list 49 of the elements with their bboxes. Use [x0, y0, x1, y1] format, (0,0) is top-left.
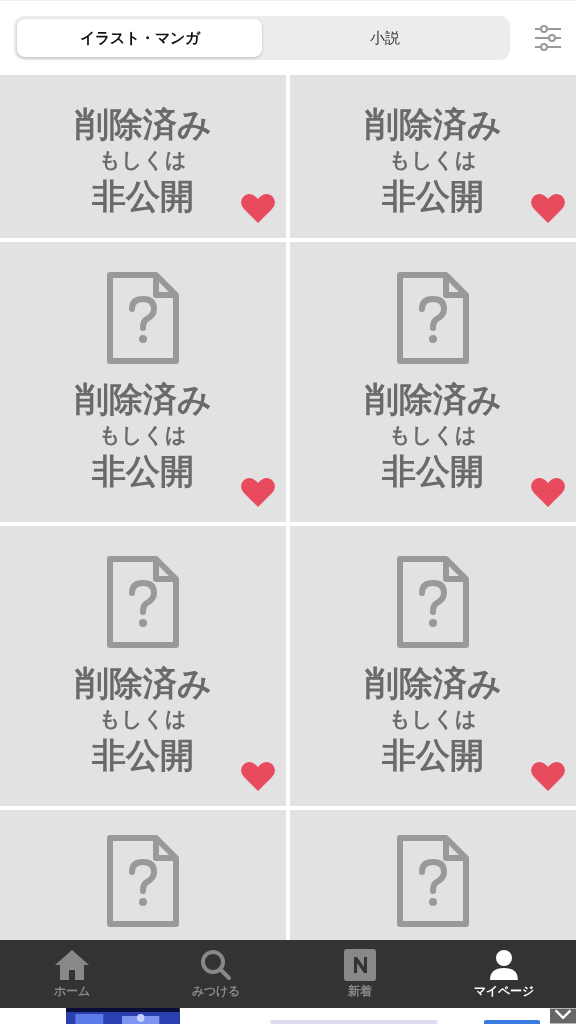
tab[interactable]: イラスト・マンガ	[17, 19, 262, 57]
tile-status: 非公開	[92, 733, 194, 777]
artwork-tile[interactable]	[0, 810, 286, 940]
unknown-file-icon	[106, 834, 180, 928]
unknown-file-icon	[396, 834, 470, 928]
filter-settings-icon[interactable]	[534, 24, 562, 52]
tile-title: 削除済み	[74, 661, 212, 705]
artwork-tile[interactable]	[290, 810, 576, 940]
artwork-tile[interactable]: 削除済み もしくは 非公開	[0, 525, 286, 806]
artwork-tile[interactable]: 削除済み もしくは 非公開	[290, 525, 576, 806]
tile-subtitle: もしくは	[99, 421, 187, 449]
heart-icon[interactable]	[530, 475, 566, 508]
artwork-tile[interactable]: 削除済み もしくは 非公開	[0, 75, 286, 238]
artwork-tile[interactable]: 削除済み もしくは 非公開	[290, 241, 576, 522]
search-icon	[200, 948, 232, 981]
artwork-tile[interactable]: 削除済み もしくは 非公開	[0, 241, 286, 522]
user-icon	[489, 948, 519, 981]
nav-tab[interactable]: みつける	[144, 940, 288, 1008]
unknown-file-icon	[106, 554, 180, 649]
heart-icon[interactable]	[530, 760, 566, 792]
tile-subtitle: もしくは	[99, 705, 187, 733]
news-icon	[344, 948, 376, 981]
tile-status: 非公開	[382, 733, 484, 777]
tile-status: 非公開	[382, 449, 484, 493]
heart-icon[interactable]	[530, 191, 566, 224]
tile-status: 非公開	[92, 449, 194, 493]
tile-subtitle: もしくは	[389, 146, 477, 174]
heart-icon[interactable]	[240, 191, 276, 224]
tile-title: 削除済み	[364, 377, 502, 421]
tile-title: 削除済み	[74, 377, 212, 421]
unknown-file-icon	[396, 270, 470, 365]
tile-subtitle: もしくは	[389, 421, 477, 449]
unknown-file-icon	[106, 270, 180, 365]
tile-subtitle: もしくは	[99, 146, 187, 174]
tile-title: 削除済み	[364, 102, 502, 146]
nav-tab[interactable]: 新着	[288, 940, 432, 1008]
tile-subtitle: もしくは	[389, 705, 477, 733]
tab[interactable]: 小説	[262, 19, 507, 57]
artwork-tile[interactable]: 削除済み もしくは 非公開	[290, 75, 576, 238]
heart-icon[interactable]	[240, 760, 276, 792]
unknown-file-icon	[396, 554, 470, 649]
tile-status: 非公開	[92, 174, 194, 218]
home-icon	[54, 948, 90, 981]
tile-title: 削除済み	[364, 661, 502, 705]
heart-icon[interactable]	[240, 475, 276, 508]
nav-tab[interactable]: マイページ	[432, 940, 576, 1008]
tile-title: 削除済み	[74, 102, 212, 146]
nav-tab[interactable]: ホーム	[0, 940, 144, 1008]
tile-status: 非公開	[382, 174, 484, 218]
